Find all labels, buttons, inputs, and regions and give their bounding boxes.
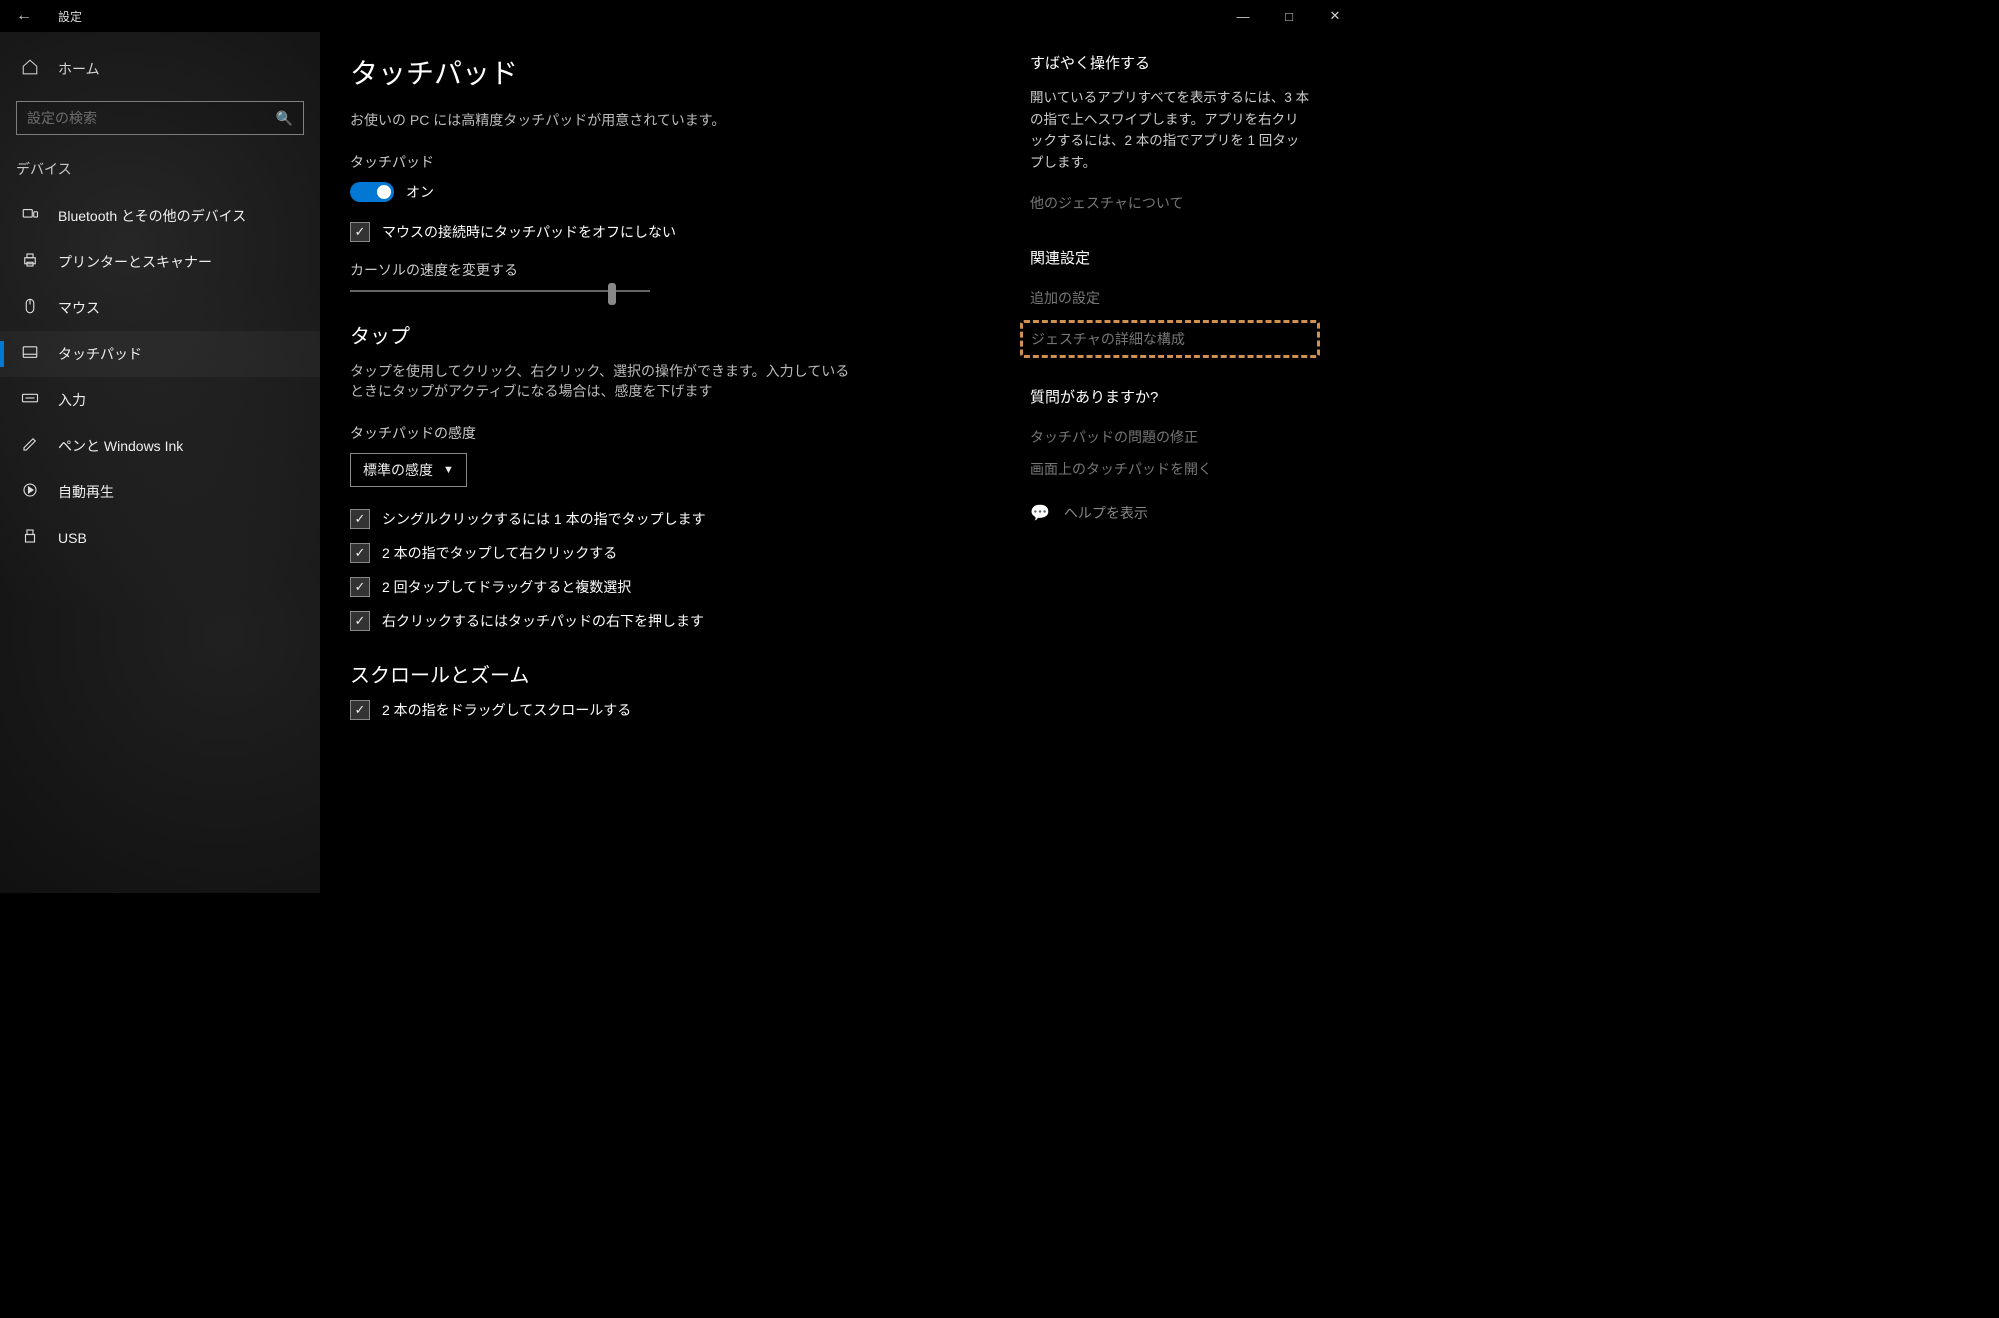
touchpad-toggle-label: タッチパッド: [350, 152, 990, 172]
tap-heading: タップ: [350, 320, 990, 349]
sidebar-item-label: プリンターとスキャナー: [58, 252, 212, 272]
intro-text: お使いの PC には高精度タッチパッドが用意されています。: [350, 110, 990, 130]
printer-icon: [20, 251, 40, 273]
close-button[interactable]: ✕: [1312, 0, 1358, 32]
help-link[interactable]: 💬 ヘルプを表示: [1030, 503, 1310, 523]
sidebar-item-bluetooth[interactable]: Bluetooth とその他のデバイス: [0, 193, 320, 239]
additional-settings-link[interactable]: 追加の設定: [1030, 282, 1310, 314]
related-heading: 関連設定: [1030, 247, 1310, 268]
autoplay-icon: [20, 481, 40, 503]
question-heading: 質問がありますか?: [1030, 386, 1310, 407]
help-label: ヘルプを表示: [1064, 503, 1148, 523]
sidebar-item-mouse[interactable]: マウス: [0, 285, 320, 331]
sidebar-item-autoplay[interactable]: 自動再生: [0, 469, 320, 515]
tap-option-label: 右クリックするにはタッチパッドの右下を押します: [382, 611, 704, 631]
pen-icon: [20, 435, 40, 457]
sidebar-item-touchpad[interactable]: タッチパッド: [0, 331, 320, 377]
sidebar-item-label: タッチパッド: [58, 344, 142, 364]
tap-option-label: シングルクリックするには 1 本の指でタップします: [382, 509, 706, 529]
sidebar-item-printers[interactable]: プリンターとスキャナー: [0, 239, 320, 285]
sidebar-item-label: ペンと Windows Ink: [58, 436, 183, 456]
home-label: ホーム: [58, 59, 100, 79]
help-icon: 💬: [1030, 503, 1050, 523]
sidebar-item-usb[interactable]: USB: [0, 515, 320, 561]
back-button[interactable]: ←: [0, 7, 48, 25]
sidebar-item-label: マウス: [58, 298, 100, 318]
chevron-down-icon: ▼: [443, 464, 454, 476]
sidebar-item-label: Bluetooth とその他のデバイス: [58, 206, 246, 226]
sidebar-item-pen[interactable]: ペンと Windows Ink: [0, 423, 320, 469]
mouse-icon: [20, 297, 40, 319]
scroll-heading: スクロールとズーム: [350, 659, 990, 688]
search-input[interactable]: [27, 110, 276, 126]
home-icon: [20, 58, 40, 79]
usb-icon: [20, 527, 40, 549]
minimize-button[interactable]: ―: [1220, 0, 1266, 32]
maximize-button[interactable]: □: [1266, 0, 1312, 32]
quick-paragraph: 開いているアプリすべてを表示するには、3 本の指で上へスワイプします。アプリを右…: [1030, 87, 1310, 173]
toggle-state-label: オン: [406, 182, 434, 202]
scroll-two-finger-checkbox[interactable]: ✓: [350, 700, 370, 720]
sidebar-item-label: 自動再生: [58, 482, 114, 502]
sidebar-item-typing[interactable]: 入力: [0, 377, 320, 423]
scroll-option-label: 2 本の指をドラッグしてスクロールする: [382, 700, 631, 720]
mouse-connected-checkbox[interactable]: ✓: [350, 222, 370, 242]
devices-icon: [20, 205, 40, 227]
right-column: すばやく操作する 開いているアプリすべてを表示するには、3 本の指で上へスワイプ…: [1030, 52, 1310, 873]
slider-thumb[interactable]: [608, 283, 616, 305]
tap-single-checkbox[interactable]: ✓: [350, 509, 370, 529]
sidebar-item-label: 入力: [58, 390, 86, 410]
other-gestures-link[interactable]: 他のジェスチャについて: [1030, 187, 1310, 219]
gesture-config-link[interactable]: ジェスチャの詳細な構成: [1031, 329, 1309, 349]
tap-option-label: 2 回タップしてドラッグすると複数選択: [382, 577, 631, 597]
sidebar-section-label: デバイス: [0, 155, 320, 193]
sensitivity-value: 標準の感度: [363, 460, 433, 480]
sensitivity-label: タッチパッドの感度: [350, 423, 990, 443]
home-link[interactable]: ホーム: [0, 48, 320, 89]
cursor-speed-slider[interactable]: [350, 290, 650, 292]
fix-touchpad-link[interactable]: タッチパッドの問題の修正: [1030, 421, 1310, 453]
page-title: タッチパッド: [350, 52, 990, 92]
quick-heading: すばやく操作する: [1030, 52, 1310, 73]
mouse-connected-label: マウスの接続時にタッチパッドをオフにしない: [382, 222, 676, 242]
sidebar: ホーム 🔍 デバイス Bluetooth とその他のデバイス プリンターとスキャ…: [0, 32, 320, 893]
titlebar: ← 設定 ― □ ✕: [0, 0, 1358, 32]
tap-option-label: 2 本の指でタップして右クリックする: [382, 543, 617, 563]
keyboard-icon: [20, 389, 40, 411]
sidebar-item-label: USB: [58, 530, 87, 546]
highlighted-link-box: ジェスチャの詳細な構成: [1020, 320, 1320, 358]
touchpad-toggle[interactable]: [350, 182, 394, 202]
tap-two-finger-checkbox[interactable]: ✓: [350, 543, 370, 563]
touchpad-icon: [20, 343, 40, 365]
search-icon: 🔍: [276, 110, 293, 127]
main-content: タッチパッド お使いの PC には高精度タッチパッドが用意されています。 タッチ…: [350, 52, 990, 873]
sensitivity-select[interactable]: 標準の感度 ▼: [350, 453, 467, 487]
open-touchpad-link[interactable]: 画面上のタッチパッドを開く: [1030, 453, 1310, 485]
tap-right-corner-checkbox[interactable]: ✓: [350, 611, 370, 631]
tap-double-drag-checkbox[interactable]: ✓: [350, 577, 370, 597]
cursor-speed-label: カーソルの速度を変更する: [350, 260, 990, 280]
search-box[interactable]: 🔍: [16, 101, 304, 135]
tap-description: タップを使用してクリック、右クリック、選択の操作ができます。入力しているときにタ…: [350, 361, 850, 401]
window-title: 設定: [48, 8, 82, 25]
